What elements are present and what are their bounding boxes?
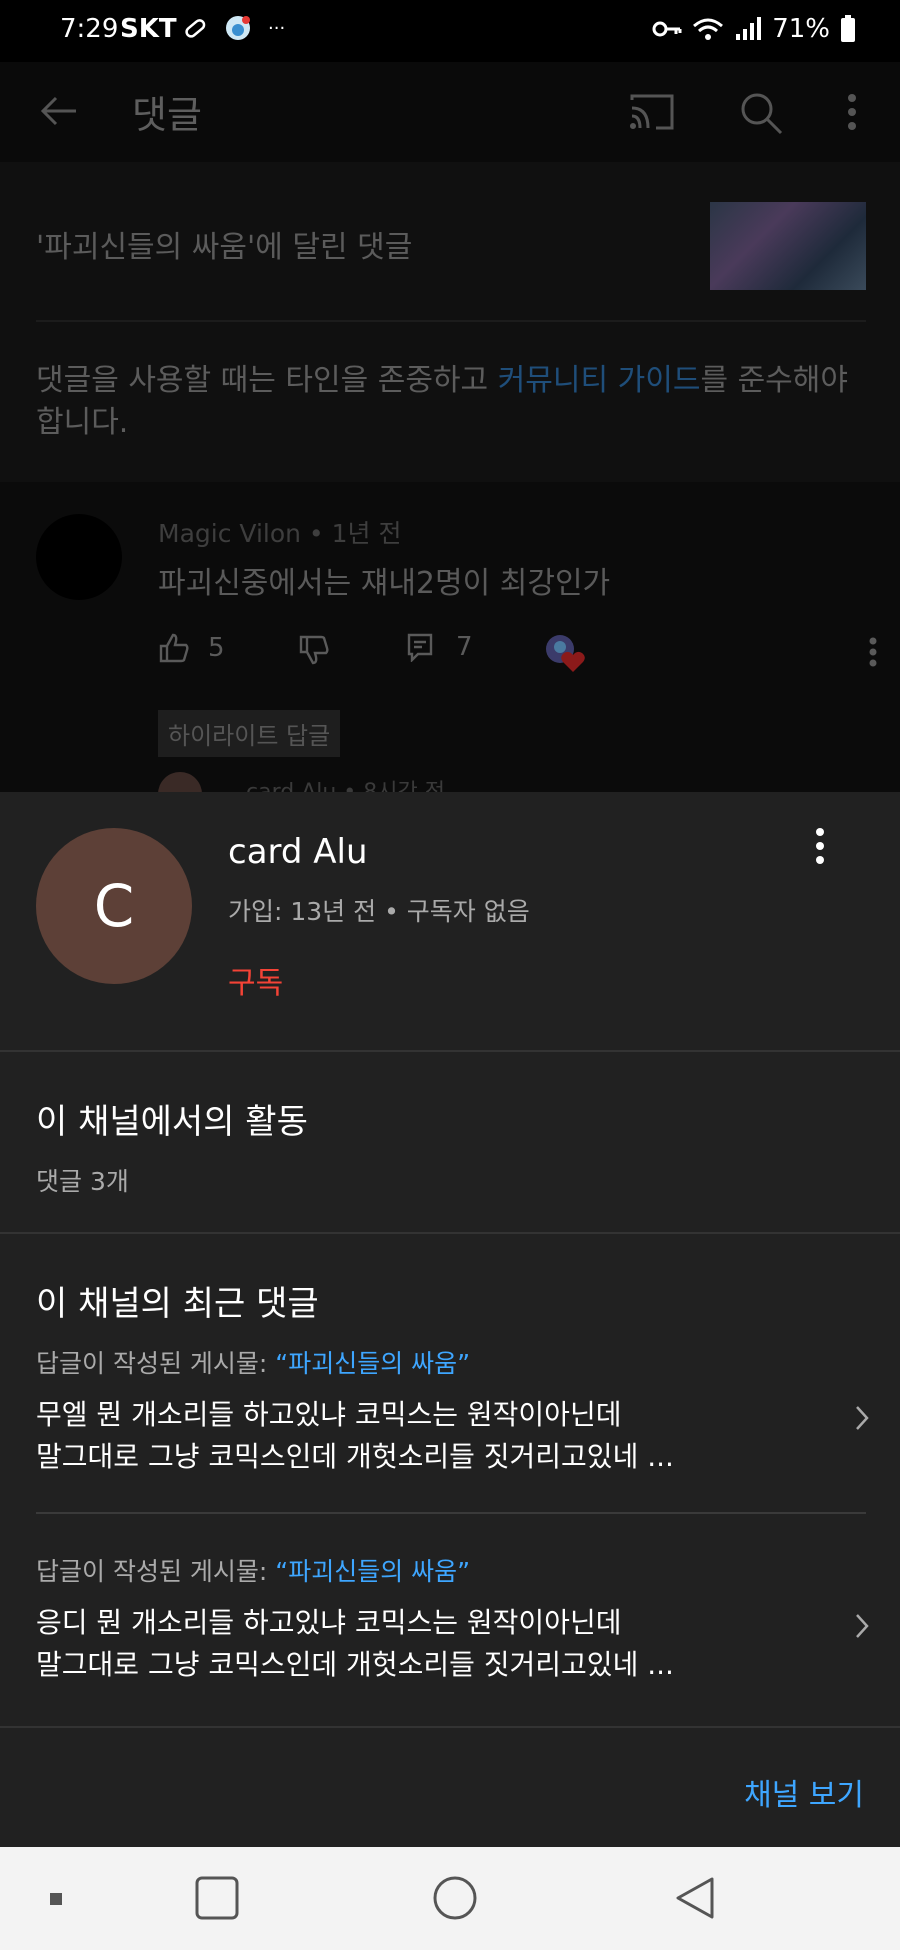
view-channel-button[interactable]: 채널 보기 (744, 1770, 864, 1814)
label-prefix: 답글이 작성된 게시물: (36, 1349, 276, 1378)
back-arrow-icon[interactable] (36, 88, 82, 134)
status-notification-icons: ··· (182, 14, 285, 42)
recent-comment-text: 무엘 뭔 개소리들 하고있냐 코믹스는 원작이아닌데 말그대로 그냥 코믹스인데… (36, 1394, 796, 1478)
recent-comment-label: 답글이 작성된 게시물: “파괴신들의 싸움” (36, 1552, 470, 1588)
signal-icon (736, 17, 762, 40)
comment-line: 말그대로 그냥 코믹스인데 개헛소리들 짓거리고있네 ... (36, 1440, 674, 1473)
status-time: 7:29 (60, 14, 119, 44)
recent-comment-item[interactable]: 답글이 작성된 게시물: “파괴신들의 싸움” 무엘 뭔 개소리들 하고있냐 코… (0, 1344, 900, 1484)
chevron-right-icon (856, 1406, 869, 1430)
avatar[interactable] (36, 514, 122, 600)
divider (36, 1512, 866, 1514)
divider (0, 1050, 900, 1052)
recent-apps-icon[interactable] (48, 1891, 64, 1907)
reply-count: 7 (456, 632, 473, 662)
subscribe-button[interactable]: 구독 (228, 958, 283, 1002)
like-button[interactable]: 5 (158, 632, 225, 664)
thumb-down-icon[interactable] (298, 634, 330, 666)
video-link[interactable]: “파괴신들의 싸움” (275, 1557, 470, 1586)
comments-header: '파괴신들의 싸움'에 달린 댓글 댓글을 사용할 때는 타인을 존중하고 커뮤… (0, 162, 900, 482)
recent-comments-title: 이 채널의 최근 댓글 (36, 1284, 319, 1324)
community-guide-link[interactable]: 커뮤니티 가이드 (498, 363, 701, 398)
label-prefix: 답글이 작성된 게시물: (36, 1557, 276, 1586)
community-guide-notice: 댓글을 사용할 때는 타인을 존중하고 커뮤니티 가이드를 준수해야 합니다. (36, 360, 866, 444)
more-vert-icon[interactable] (812, 826, 828, 866)
comments-page-dimmed: 댓글 '파괴신들의 싸움'에 달린 댓글 댓글을 사용할 때는 타인을 존중하고… (0, 62, 900, 816)
capsule-icon (185, 19, 206, 38)
vpn-key-icon (652, 21, 682, 37)
recent-comment-text: 응디 뭔 개소리들 하고있냐 코믹스는 원작이아닌데 말그대로 그냥 코믹스인데… (36, 1602, 796, 1686)
divider (0, 1232, 900, 1234)
chevron-right-icon (856, 1614, 869, 1638)
battery-icon (841, 15, 855, 42)
overview-icon[interactable] (194, 1875, 240, 1921)
divider (36, 320, 866, 322)
system-nav-bar (0, 1847, 900, 1950)
divider (0, 1726, 900, 1728)
status-right-icons: 71% (652, 14, 856, 44)
top-app-bar: 댓글 (0, 62, 900, 162)
wifi-icon (693, 18, 724, 40)
search-icon[interactable] (738, 90, 784, 136)
more-vert-icon[interactable] (846, 92, 858, 132)
back-icon[interactable] (672, 1875, 718, 1921)
status-carrier: SKT (120, 14, 177, 44)
channel-bottom-sheet: C card Alu 가입: 13년 전 • 구독자 없음 구독 이 채널에서의… (0, 792, 900, 1847)
avatar-letter: C (93, 872, 135, 940)
video-thumbnail[interactable] (710, 202, 866, 290)
channel-avatar[interactable]: C (36, 828, 192, 984)
comment-item: Magic Vilon • 1년 전 파괴신중에서는 쟤내2명이 최강인가 5 … (0, 482, 900, 816)
activity-title: 이 채널에서의 활동 (36, 1102, 308, 1142)
app-notification-icon (226, 16, 250, 40)
comment-actions: 5 7 (158, 632, 878, 682)
channel-name: card Alu (228, 832, 368, 872)
reply-button[interactable]: 7 (406, 632, 473, 662)
activity-count: 댓글 3개 (36, 1167, 129, 1196)
page-title: 댓글 (132, 93, 202, 137)
comments-on-title: '파괴신들의 싸움'에 달린 댓글 (36, 230, 413, 265)
status-bar: 7:29 SKT ··· 71% (0, 0, 900, 62)
channel-meta: 가입: 13년 전 • 구독자 없음 (228, 897, 530, 926)
comment-line: 무엘 뭔 개소리들 하고있냐 코믹스는 원작이아닌데 (36, 1398, 622, 1431)
comment-text: 파괴신중에서는 쟤내2명이 최강인가 (158, 566, 611, 601)
highlight-reply-tag: 하이라이트 답글 (158, 710, 341, 757)
more-notifications-icon: ··· (268, 17, 286, 39)
home-icon[interactable] (432, 1875, 478, 1921)
comment-line: 말그대로 그냥 코믹스인데 개헛소리들 짓거리고있네 ... (36, 1648, 674, 1681)
battery-percent: 71% (772, 14, 830, 44)
comment-line: 응디 뭔 개소리들 하고있냐 코믹스는 원작이아닌데 (36, 1606, 622, 1639)
recent-comment-label: 답글이 작성된 게시물: “파괴신들의 싸움” (36, 1344, 470, 1380)
recent-comment-item[interactable]: 답글이 작성된 게시물: “파괴신들의 싸움” 응디 뭔 개소리들 하고있냐 코… (0, 1552, 900, 1692)
heart-icon (546, 635, 585, 672)
cast-icon[interactable] (628, 92, 676, 132)
reply-icon (407, 633, 433, 662)
comment-meta: Magic Vilon • 1년 전 (158, 519, 402, 548)
guide-prefix: 댓글을 사용할 때는 타인을 존중하고 (36, 363, 498, 398)
thumb-up-icon (159, 633, 189, 663)
video-link[interactable]: “파괴신들의 싸움” (275, 1349, 470, 1378)
like-count: 5 (208, 633, 225, 663)
comment-more-icon[interactable] (868, 636, 878, 668)
